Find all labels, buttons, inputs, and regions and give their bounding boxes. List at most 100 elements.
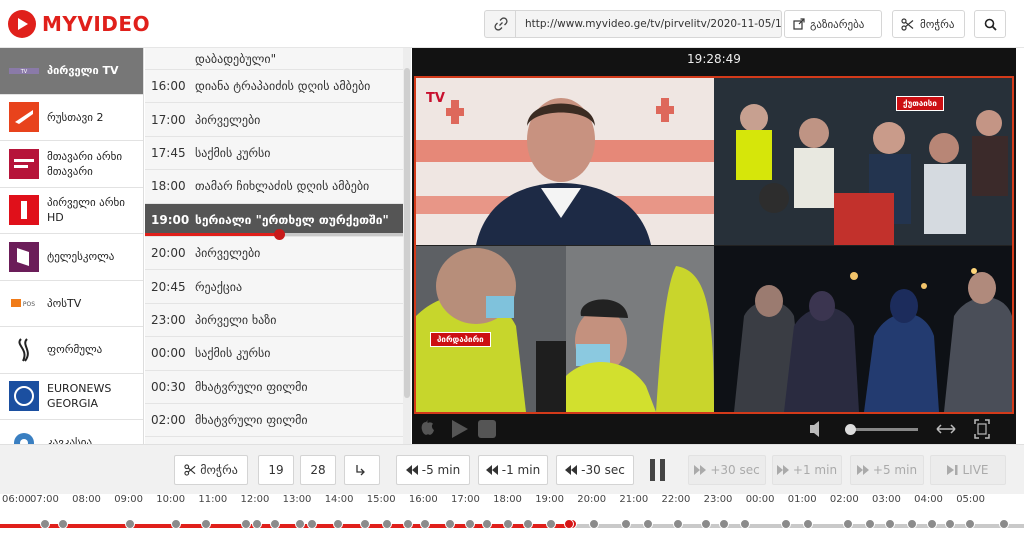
- timeline-program-marker[interactable]: [673, 519, 683, 529]
- channel-item-mtavari[interactable]: მთავარი არხი მთავარი: [0, 141, 143, 188]
- channel-item-postv[interactable]: POS პოსTV: [0, 281, 143, 327]
- timeline-program-marker[interactable]: [701, 519, 711, 529]
- timeline-program-marker[interactable]: [403, 519, 413, 529]
- timeline-program-marker[interactable]: [382, 519, 392, 529]
- program-item[interactable]: 00:30 მხატვრული ფილმი: [145, 371, 403, 404]
- channel-name: კავკასია: [47, 436, 93, 444]
- timeline-program-marker[interactable]: [295, 519, 305, 529]
- scissors-icon: [901, 17, 914, 31]
- channel-item-kavkasia[interactable]: კავკასია: [0, 420, 143, 444]
- cut-button[interactable]: მოჭრა: [892, 10, 965, 38]
- timeline-program-marker[interactable]: [523, 519, 533, 529]
- svg-text:TV: TV: [20, 69, 28, 75]
- back-30-sec-button[interactable]: -30 sec: [556, 455, 634, 485]
- timeline-program-marker[interactable]: [719, 519, 729, 529]
- program-title: საქმის კურსი: [195, 145, 271, 160]
- volume-slider-knob[interactable]: [845, 424, 856, 435]
- channel-item-euronews[interactable]: EURONEWS GEORGIA: [0, 374, 143, 420]
- timeline-program-marker[interactable]: [307, 519, 317, 529]
- program-item[interactable]: 02:00 მხატვრული ფილმი: [145, 404, 403, 438]
- volume-slider-track[interactable]: [845, 424, 918, 435]
- timeline-program-marker[interactable]: [740, 519, 750, 529]
- hour-input[interactable]: 19: [258, 455, 294, 485]
- cut-clip-button[interactable]: მოჭრა: [174, 455, 248, 485]
- timeline-program-marker[interactable]: [865, 519, 875, 529]
- go-to-time-button[interactable]: [344, 455, 380, 485]
- program-scrollbar-thumb[interactable]: [404, 68, 410, 398]
- location-tag: ქუთაისი: [896, 96, 944, 111]
- program-progress-bar[interactable]: [145, 228, 403, 240]
- timeline-program-marker[interactable]: [843, 519, 853, 529]
- program-item-current[interactable]: 19:00 სერიალი "ერთხელ თურქეთში": [145, 203, 403, 240]
- timeline-program-marker[interactable]: [781, 519, 791, 529]
- program-item[interactable]: 20:00 პირველები: [145, 237, 403, 271]
- timeline-program-marker[interactable]: [270, 519, 280, 529]
- channel-item-teleskola[interactable]: ტელესკოლა: [0, 234, 143, 281]
- back-5-min-button[interactable]: -5 min: [396, 455, 470, 485]
- timeline-program-marker[interactable]: [420, 519, 430, 529]
- program-title: რეაქცია: [195, 279, 243, 294]
- fast-forward-icon: [856, 465, 869, 475]
- myvideo-logo[interactable]: MYVIDEO: [8, 9, 150, 39]
- channel-item-first-channel-hd[interactable]: პირველი არხი HD: [0, 188, 143, 234]
- timeline-program-marker[interactable]: [482, 519, 492, 529]
- minute-input[interactable]: 28: [300, 455, 336, 485]
- channel-item-pirveli-tv[interactable]: TV პირველი TV: [0, 48, 143, 95]
- rustavi2-logo-icon: [9, 102, 39, 133]
- timeline-program-marker[interactable]: [503, 519, 513, 529]
- channel-name: რუსთავი 2: [47, 110, 104, 124]
- program-item[interactable]: დაბადებული": [145, 48, 403, 70]
- fullscreen-icon[interactable]: [970, 414, 994, 444]
- timeline-program-marker[interactable]: [201, 519, 211, 529]
- pause-button[interactable]: [640, 455, 680, 485]
- resize-icon[interactable]: [934, 414, 958, 444]
- timeline-program-marker[interactable]: [885, 519, 895, 529]
- timeline-program-marker[interactable]: [241, 519, 251, 529]
- timeline-program-marker[interactable]: [999, 519, 1009, 529]
- video-player[interactable]: 19:28:49 TV ქუთაისი პირდაპირი: [412, 48, 1016, 444]
- link-icon[interactable]: [484, 10, 516, 38]
- timeline-program-marker[interactable]: [621, 519, 631, 529]
- channel-item-formula[interactable]: ფორმულა: [0, 327, 143, 374]
- share-url-field[interactable]: http://www.myvideo.ge/tv/pirvelitv/2020-…: [515, 10, 782, 38]
- channel-item-rustavi2[interactable]: რუსთავი 2: [0, 95, 143, 141]
- program-item[interactable]: 17:00 პირველები: [145, 103, 403, 137]
- timeline-program-marker[interactable]: [333, 519, 343, 529]
- timeline-program-marker[interactable]: [40, 519, 50, 529]
- timeline-program-marker[interactable]: [125, 519, 135, 529]
- forward-1-min-button[interactable]: +1 min: [772, 455, 842, 485]
- timeline-playhead[interactable]: [563, 519, 574, 529]
- timeline-program-marker[interactable]: [589, 519, 599, 529]
- cut-clip-label: მოჭრა: [200, 463, 238, 477]
- day-timeline[interactable]: 06:00 07:00 08:00 09:00 10:00 11:00 12:00 13:00…: [0, 494, 1024, 534]
- timeline-program-marker[interactable]: [445, 519, 455, 529]
- program-scrollbar[interactable]: [403, 48, 411, 444]
- program-item[interactable]: 20:45 რეაქცია: [145, 270, 403, 304]
- timeline-program-marker[interactable]: [546, 519, 556, 529]
- timeline-hour-label: 05:00: [956, 494, 986, 505]
- timeline-program-marker[interactable]: [58, 519, 68, 529]
- share-button[interactable]: გაზიარება: [784, 10, 882, 38]
- program-item[interactable]: 17:45 საქმის კურსი: [145, 137, 403, 171]
- search-button[interactable]: [974, 10, 1006, 38]
- program-item[interactable]: 23:00 პირველი ხაზი: [145, 304, 403, 338]
- video-frame[interactable]: TV ქუთაისი პირდაპირი: [414, 76, 1014, 414]
- program-item[interactable]: 18:00 თამარ ჩიხლაძის დღის ამბები: [145, 170, 403, 204]
- timeline-program-marker[interactable]: [927, 519, 937, 529]
- timeline-program-marker[interactable]: [360, 519, 370, 529]
- timeline-program-marker[interactable]: [803, 519, 813, 529]
- timeline-program-marker[interactable]: [965, 519, 975, 529]
- timeline-program-marker[interactable]: [252, 519, 262, 529]
- timeline-program-marker[interactable]: [465, 519, 475, 529]
- forward-30-sec-button[interactable]: +30 sec: [688, 455, 766, 485]
- back-1-min-button[interactable]: -1 min: [478, 455, 548, 485]
- forward-5-min-button[interactable]: +5 min: [850, 455, 924, 485]
- program-item[interactable]: 16:00 დიანა ტრაპაიძის დღის ამბები: [145, 70, 403, 104]
- live-button[interactable]: LIVE: [930, 455, 1006, 485]
- pirveli-tv-logo-icon: TV: [9, 56, 39, 86]
- program-item[interactable]: 00:00 საქმის კურსი: [145, 337, 403, 371]
- timeline-program-marker[interactable]: [171, 519, 181, 529]
- timeline-program-marker[interactable]: [907, 519, 917, 529]
- timeline-program-marker[interactable]: [643, 519, 653, 529]
- timeline-program-marker[interactable]: [945, 519, 955, 529]
